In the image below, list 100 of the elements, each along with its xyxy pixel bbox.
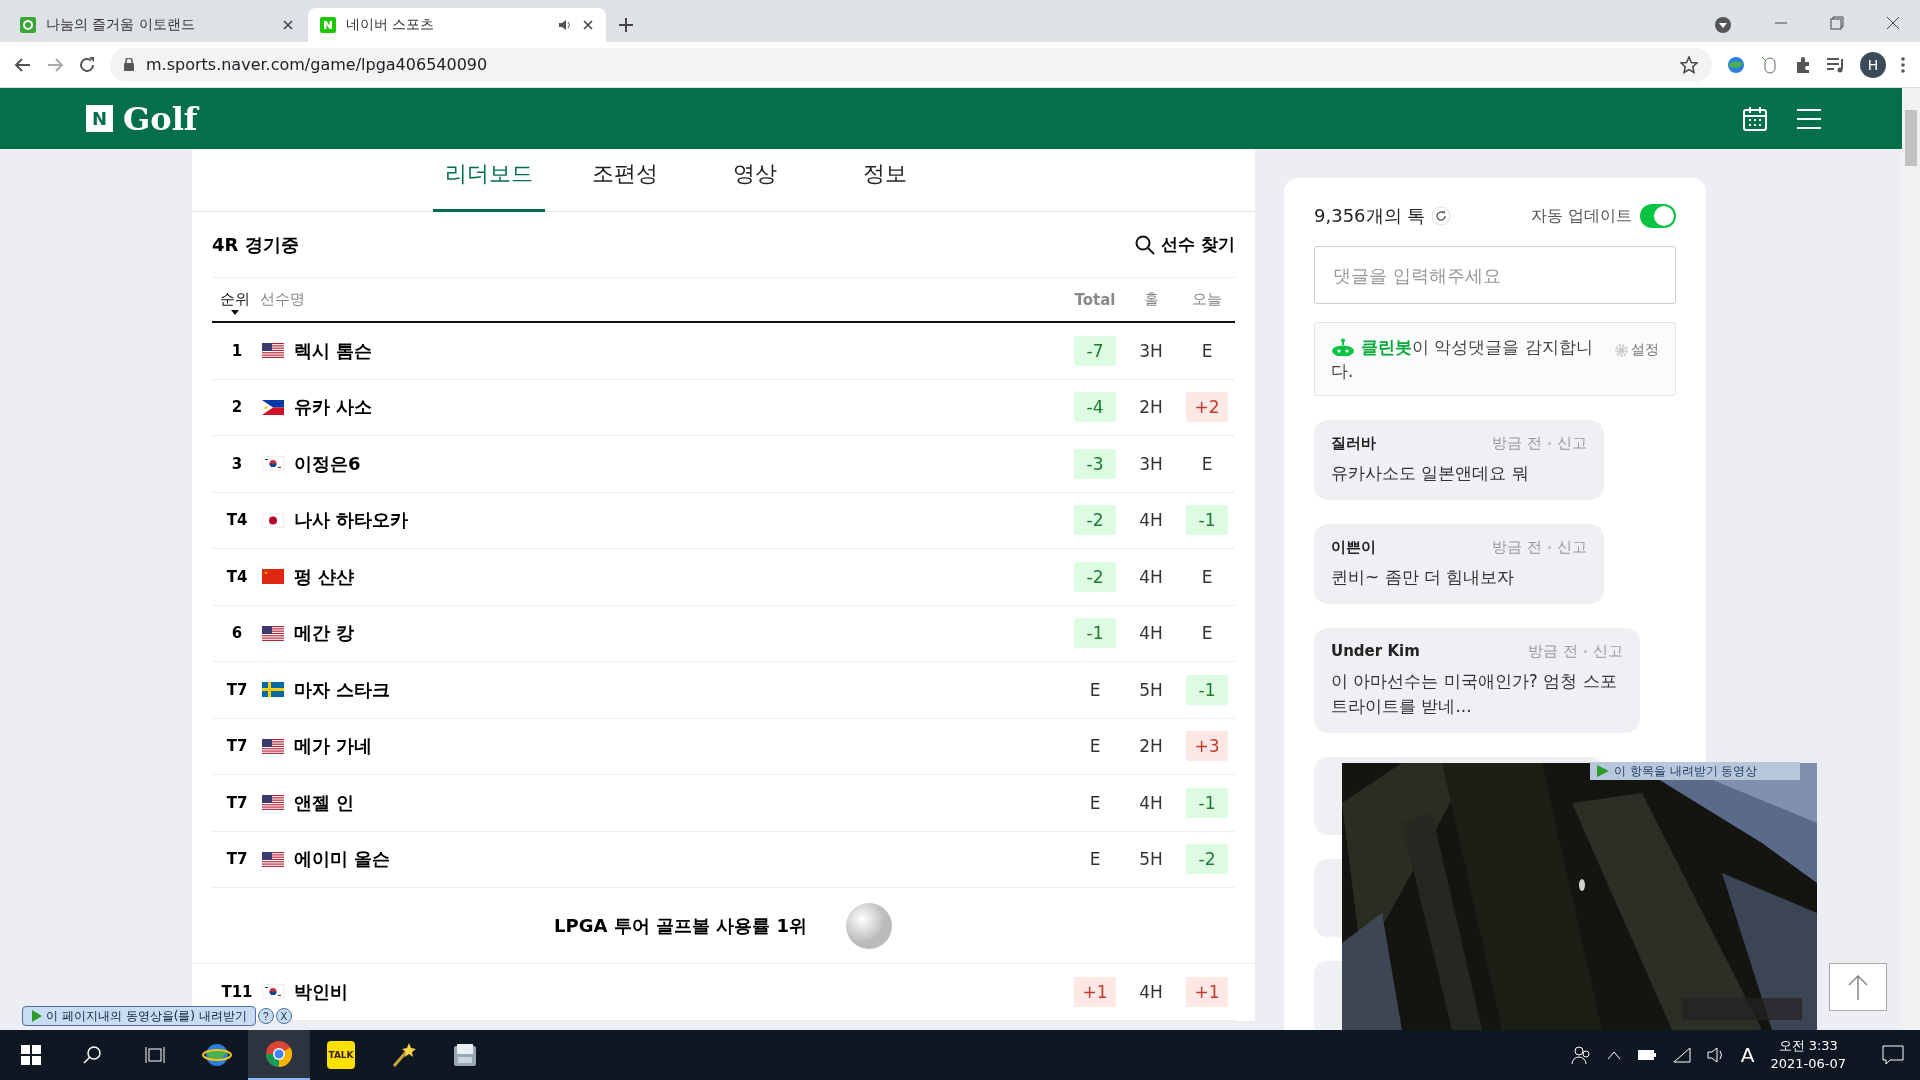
player-name[interactable]: 박인비 <box>294 979 1067 1004</box>
player-name[interactable]: 메가 가네 <box>294 734 1067 759</box>
total-score: -2 <box>1074 505 1116 536</box>
column-header[interactable]: 선수명 <box>258 290 1067 309</box>
today-score: E <box>1200 622 1214 646</box>
rank-text: T7 <box>225 680 249 699</box>
search-icon <box>83 1045 103 1065</box>
playlist-icon[interactable] <box>1826 55 1846 74</box>
total-score: -2 <box>1074 561 1116 592</box>
time-text: 오전 3:33 <box>1778 1037 1838 1055</box>
player-name[interactable]: 유카 사소 <box>294 395 1067 420</box>
hole-text: 5H <box>1138 679 1164 700</box>
player-name[interactable]: 메간 캉 <box>294 621 1067 646</box>
play-icon <box>1596 765 1610 777</box>
refresh-icon[interactable] <box>1431 206 1452 226</box>
comment-author: 질러바 <box>1331 434 1376 453</box>
taskbar-app[interactable]: TALK <box>310 1030 372 1080</box>
player-name[interactable]: 앤젤 인 <box>294 790 1067 815</box>
notification-icon[interactable] <box>1882 1045 1904 1065</box>
browser-tab[interactable]: 네이버 스포츠 <box>308 8 606 42</box>
section-tab[interactable]: 조편성 <box>574 149 675 212</box>
logo-mark[interactable]: N <box>86 105 113 132</box>
column-header[interactable]: 순위 <box>212 290 258 309</box>
hole-text: 3H <box>1138 453 1164 474</box>
calendar-icon[interactable] <box>1742 105 1768 132</box>
today-score: -2 <box>1186 844 1228 875</box>
golf-ball-icon <box>845 901 893 950</box>
player-name[interactable]: 에이미 올슨 <box>294 847 1067 872</box>
chat-app-icon[interactable]: TALK <box>327 1041 355 1069</box>
close-icon[interactable] <box>582 19 594 31</box>
arrow-up-icon <box>1847 974 1869 1000</box>
close-icon[interactable] <box>282 19 294 31</box>
site-title[interactable]: Golf <box>123 99 1742 138</box>
reload-icon[interactable] <box>78 55 96 74</box>
url-text: m.sports.naver.com/game/lpga406540090 <box>146 55 489 74</box>
column-header[interactable]: 홀 <box>1130 290 1172 309</box>
clock[interactable]: 오전 3:33 2021-06-07 <box>1770 1037 1846 1073</box>
today-score: E <box>1200 339 1214 363</box>
restore-icon[interactable] <box>1830 16 1844 30</box>
comment-count: 9,356개의 톡 <box>1314 204 1426 228</box>
dropdown-icon[interactable] <box>1714 16 1732 34</box>
more-icon[interactable] <box>1900 55 1906 74</box>
column-header[interactable]: Total <box>1074 290 1116 309</box>
task-view-icon <box>145 1046 165 1064</box>
gear-icon <box>1615 343 1628 357</box>
sort-icon <box>231 310 239 315</box>
chrome-icon[interactable] <box>265 1040 293 1068</box>
total-score: -1 <box>1074 618 1116 649</box>
round-status: 4R 경기중 <box>212 232 299 257</box>
column-header[interactable]: 오늘 <box>1186 290 1228 309</box>
wifi-icon[interactable] <box>1672 1047 1691 1063</box>
address-bar[interactable]: m.sports.naver.com/game/lpga406540090 <box>110 47 1712 82</box>
input-mode[interactable]: A <box>1740 1043 1755 1067</box>
rank-text: T7 <box>225 737 249 756</box>
today-score: E <box>1200 565 1214 589</box>
total-score: -4 <box>1074 392 1116 423</box>
settings-link[interactable]: 설정 <box>1615 341 1659 359</box>
today-score: -1 <box>1186 505 1228 536</box>
menu-icon[interactable] <box>1796 107 1822 130</box>
hole-text: 4H <box>1138 510 1164 531</box>
battery-icon[interactable] <box>1636 1049 1657 1061</box>
player-name[interactable]: 나사 하타오카 <box>294 508 1067 533</box>
volume-icon[interactable] <box>1706 1047 1725 1063</box>
total-score: -3 <box>1074 448 1116 479</box>
people-icon[interactable] <box>1570 1045 1591 1065</box>
windows-icon <box>21 1045 41 1065</box>
section-tab[interactable]: 리더보드 <box>432 149 545 212</box>
today-score: -1 <box>1186 674 1228 705</box>
rank-text: T7 <box>225 793 249 812</box>
play-icon <box>31 1010 43 1022</box>
close-icon[interactable] <box>1886 16 1900 30</box>
tab-title: 네이버 스포츠 <box>346 16 436 34</box>
download-button[interactable]: 이 페이지내의 동영상을(를) 내려받기 <box>22 1006 256 1026</box>
separator-dot-icon <box>1548 546 1551 549</box>
download-bar[interactable]: 이 항목을 내려받기 동영상 <box>1590 762 1800 780</box>
player-search-button[interactable]: 선수 찾기 <box>1135 233 1235 256</box>
n-logo-icon <box>320 17 336 33</box>
ad-banner[interactable]: LPGA 투어 골프볼 사용률 1위 <box>192 888 1255 964</box>
speaker-icon[interactable] <box>558 19 572 31</box>
player-name[interactable]: 렉시 톰슨 <box>294 338 1067 363</box>
back-icon[interactable] <box>14 55 32 74</box>
rank-text: T4 <box>225 511 249 530</box>
player-name[interactable]: 펑 샨샨 <box>294 564 1067 589</box>
new-tab-icon[interactable] <box>618 17 634 33</box>
star-icon[interactable] <box>1680 55 1698 74</box>
taskbar-app[interactable] <box>248 1030 310 1080</box>
section-tab[interactable]: 영상 <box>704 149 805 212</box>
total-score: E <box>1088 791 1102 815</box>
section-tab[interactable]: 정보 <box>834 149 935 212</box>
auto-update-toggle[interactable] <box>1640 204 1676 228</box>
scrollbar[interactable] <box>1902 88 1920 1030</box>
hole-text: 4H <box>1138 623 1164 644</box>
browser-tab[interactable]: 나눔의 즐거움 이토랜드 <box>8 8 306 42</box>
profile-avatar[interactable]: H <box>1860 51 1886 78</box>
puzzle-icon[interactable] <box>1794 55 1812 74</box>
player-name[interactable]: 이정은6 <box>294 451 1067 476</box>
player-name[interactable]: 마자 스타크 <box>294 677 1067 702</box>
comment-input[interactable]: 댓글을 입력해주세요 <box>1314 246 1676 304</box>
chevron-up-icon[interactable] <box>1606 1050 1621 1060</box>
comment-author: 이쁜이 <box>1331 538 1376 557</box>
